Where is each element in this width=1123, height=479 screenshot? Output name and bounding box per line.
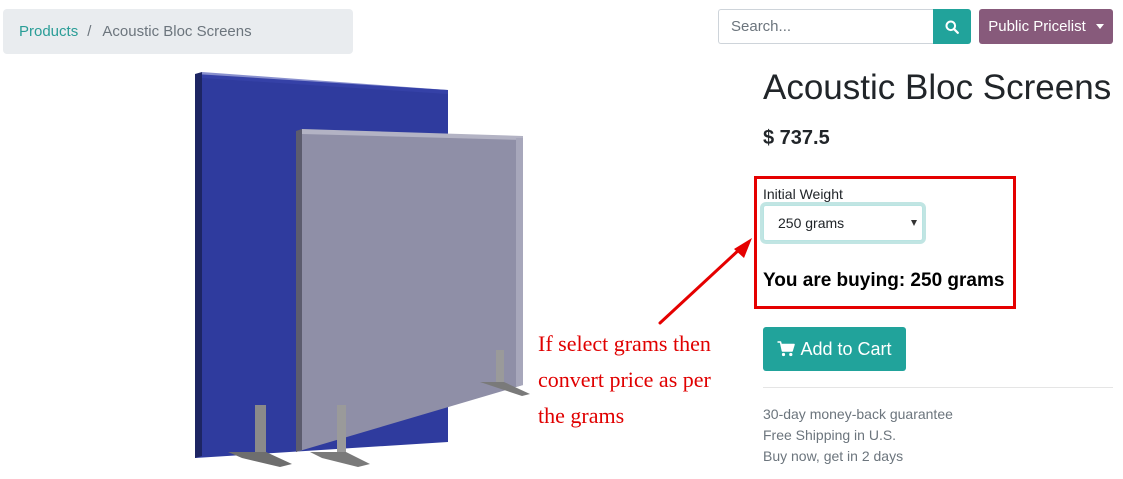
- product-title: Acoustic Bloc Screens: [763, 68, 1112, 107]
- benefit-item: Free Shipping in U.S.: [763, 427, 897, 443]
- breadcrumb-current: Acoustic Bloc Screens: [102, 23, 252, 40]
- initial-weight-label: Initial Weight: [763, 186, 843, 202]
- benefit-item: 30-day money-back guarantee: [763, 406, 953, 422]
- annotation-note: If select grams then convert price as pe…: [538, 326, 753, 434]
- breadcrumb: Products / Acoustic Bloc Screens: [3, 9, 353, 54]
- search-input[interactable]: [718, 9, 933, 44]
- annotation-line: the grams: [538, 403, 625, 428]
- initial-weight-select[interactable]: 250 grams: [763, 205, 923, 241]
- breadcrumb-separator: /: [87, 23, 92, 40]
- search-bar: [718, 9, 971, 44]
- chevron-down-icon: [1095, 24, 1104, 29]
- pricelist-dropdown-button[interactable]: Public Pricelist: [979, 9, 1113, 44]
- product-price: $ 737.5: [763, 127, 830, 149]
- benefit-item: Buy now, get in 2 days: [763, 448, 904, 464]
- breadcrumb-products-link[interactable]: Products: [19, 23, 78, 40]
- search-icon: [945, 20, 959, 34]
- pricelist-label: Public Pricelist: [988, 18, 1086, 35]
- annotation-line: convert price as per: [538, 367, 711, 392]
- divider: [763, 387, 1113, 388]
- add-to-cart-button[interactable]: Add to Cart: [763, 327, 906, 371]
- annotation-line: If select grams then: [538, 331, 711, 356]
- product-image: [195, 72, 530, 467]
- shopping-cart-icon: [777, 341, 796, 357]
- buying-summary: You are buying: 250 grams: [763, 270, 1005, 291]
- add-to-cart-label: Add to Cart: [800, 338, 892, 359]
- search-button[interactable]: [933, 9, 971, 44]
- product-benefits: 30-day money-back guarantee Free Shippin…: [763, 404, 953, 467]
